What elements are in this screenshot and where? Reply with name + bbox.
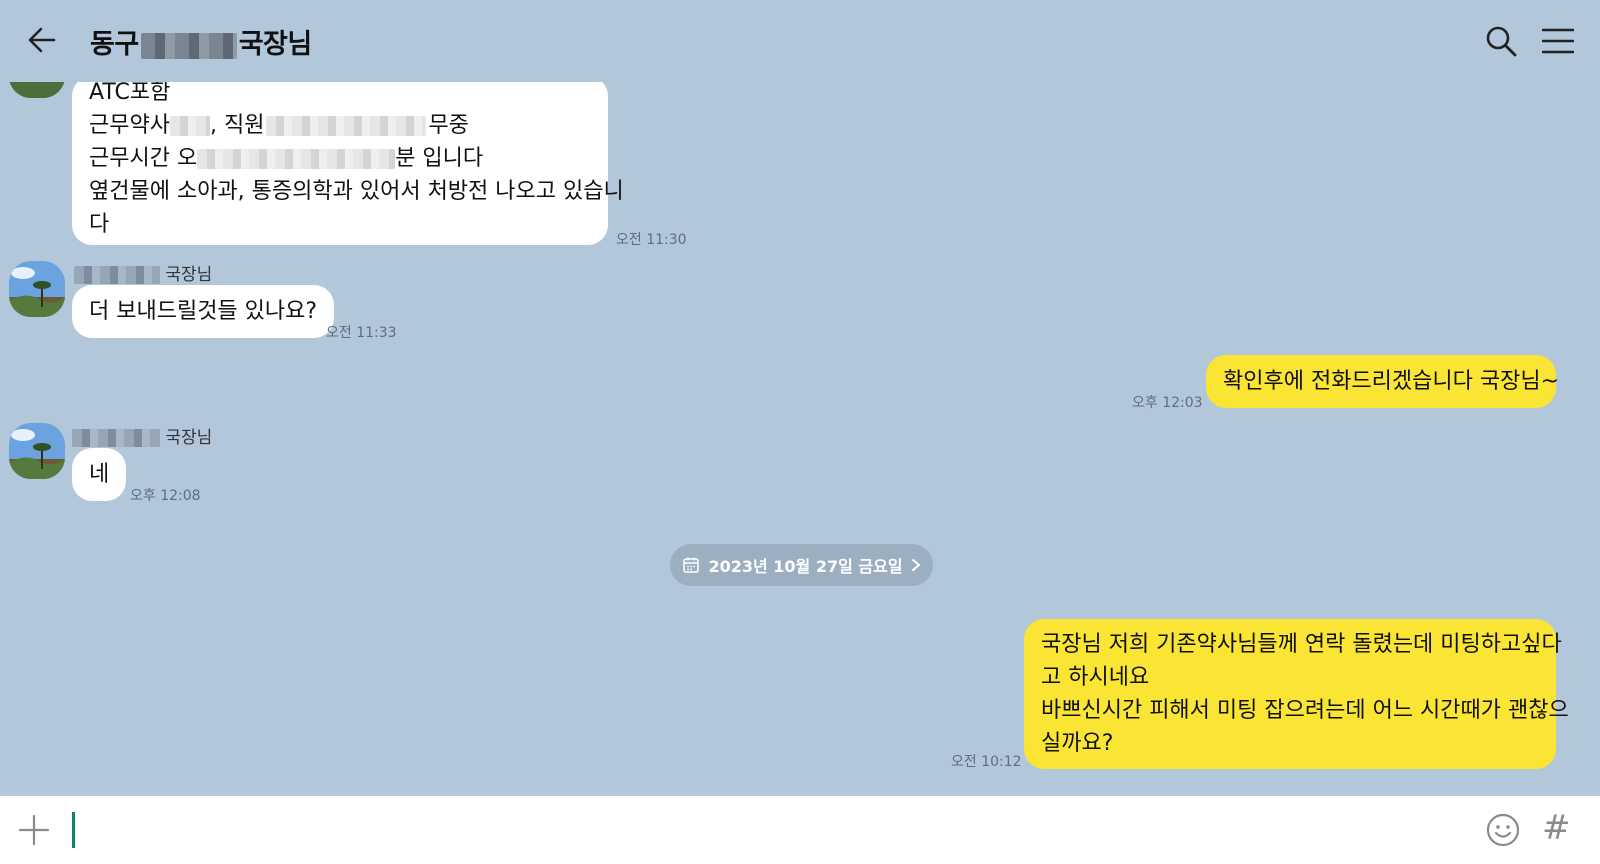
message-line: 국장님 저희 기존약사님들께 연락 돌렸는데 미팅하고싶다 [1041, 632, 1562, 657]
chat-title-start: 동구 [90, 29, 139, 60]
message-time: 오후 12:03 [1132, 395, 1203, 411]
calendar-icon [683, 557, 700, 573]
message-input-bar: # [0, 796, 1600, 864]
message-line: 실까요? [1041, 731, 1114, 756]
avatar[interactable] [9, 261, 65, 317]
menu-icon[interactable] [1542, 26, 1574, 56]
message-text: 네 [89, 462, 110, 487]
message-text: 더 보내드릴것들 있나요? [89, 299, 318, 324]
hash-icon[interactable]: # [1542, 808, 1571, 848]
outgoing-message-bubble[interactable]: 국장님 저희 기존약사님들께 연락 돌렸는데 미팅하고싶다 고 하시네요 바쁘신… [1024, 619, 1569, 769]
back-arrow-icon[interactable] [24, 22, 60, 58]
chat-title: 동구 국장님 [90, 22, 312, 61]
avatar-photo [9, 261, 65, 317]
message-line: 근무약사, 직원 무중 [89, 113, 469, 138]
message-line: 다 [89, 212, 110, 237]
avatar[interactable] [9, 82, 65, 98]
outgoing-message-bubble[interactable]: 확인후에 전화드리겠습니다 국장님~ [1206, 355, 1560, 408]
incoming-message-bubble[interactable]: 네 [72, 448, 127, 501]
avatar-photo [9, 423, 65, 479]
message-time: 오전 11:30 [616, 232, 687, 248]
message-text: 확인후에 전화드리겠습니다 국장님~ [1223, 369, 1560, 394]
chat-header: 동구 국장님 [0, 0, 1600, 82]
plus-icon[interactable] [18, 814, 50, 846]
sender-name: 국장님 [74, 260, 212, 285]
sender-name: 국장님 [72, 423, 212, 448]
message-time: 오전 11:33 [326, 325, 397, 341]
incoming-message-bubble[interactable]: 더 보내드릴것들 있나요? [72, 285, 335, 338]
message-line: 옆건물에 소아과, 통증의학과 있어서 처방전 나오고 있습니 [89, 179, 624, 204]
date-divider[interactable]: 2023년 10월 27일 금요일 [670, 544, 933, 586]
message-line: ATC포함 [89, 82, 171, 105]
message-line: 고 하시네요 [1041, 665, 1150, 690]
avatar[interactable] [9, 423, 65, 479]
avatar-photo [9, 82, 65, 98]
message-input[interactable] [80, 810, 1464, 852]
text-caret [72, 812, 75, 848]
message-line: 바쁘신시간 피해서 미팅 잡으려는데 어느 시간때가 괜찮으 [1041, 698, 1569, 723]
message-line: 근무시간 오분 입니다 [89, 146, 484, 171]
chevron-right-icon [911, 559, 920, 571]
search-icon[interactable] [1484, 24, 1518, 58]
chat-area[interactable]: ATC포함 근무약사, 직원 무중 근무시간 오분 입니다 옆건물에 소아과, 통… [0, 82, 1600, 796]
message-time: 오후 12:08 [130, 488, 201, 504]
date-divider-text: 2023년 10월 27일 금요일 [708, 557, 903, 576]
incoming-message-bubble[interactable]: ATC포함 근무약사, 직원 무중 근무시간 오분 입니다 옆건물에 소아과, 통… [72, 82, 624, 245]
message-time: 오전 10:12 [951, 754, 1022, 770]
emoji-icon[interactable] [1486, 813, 1520, 847]
chat-title-end: 국장님 [238, 29, 313, 60]
redacted-name [140, 32, 237, 59]
